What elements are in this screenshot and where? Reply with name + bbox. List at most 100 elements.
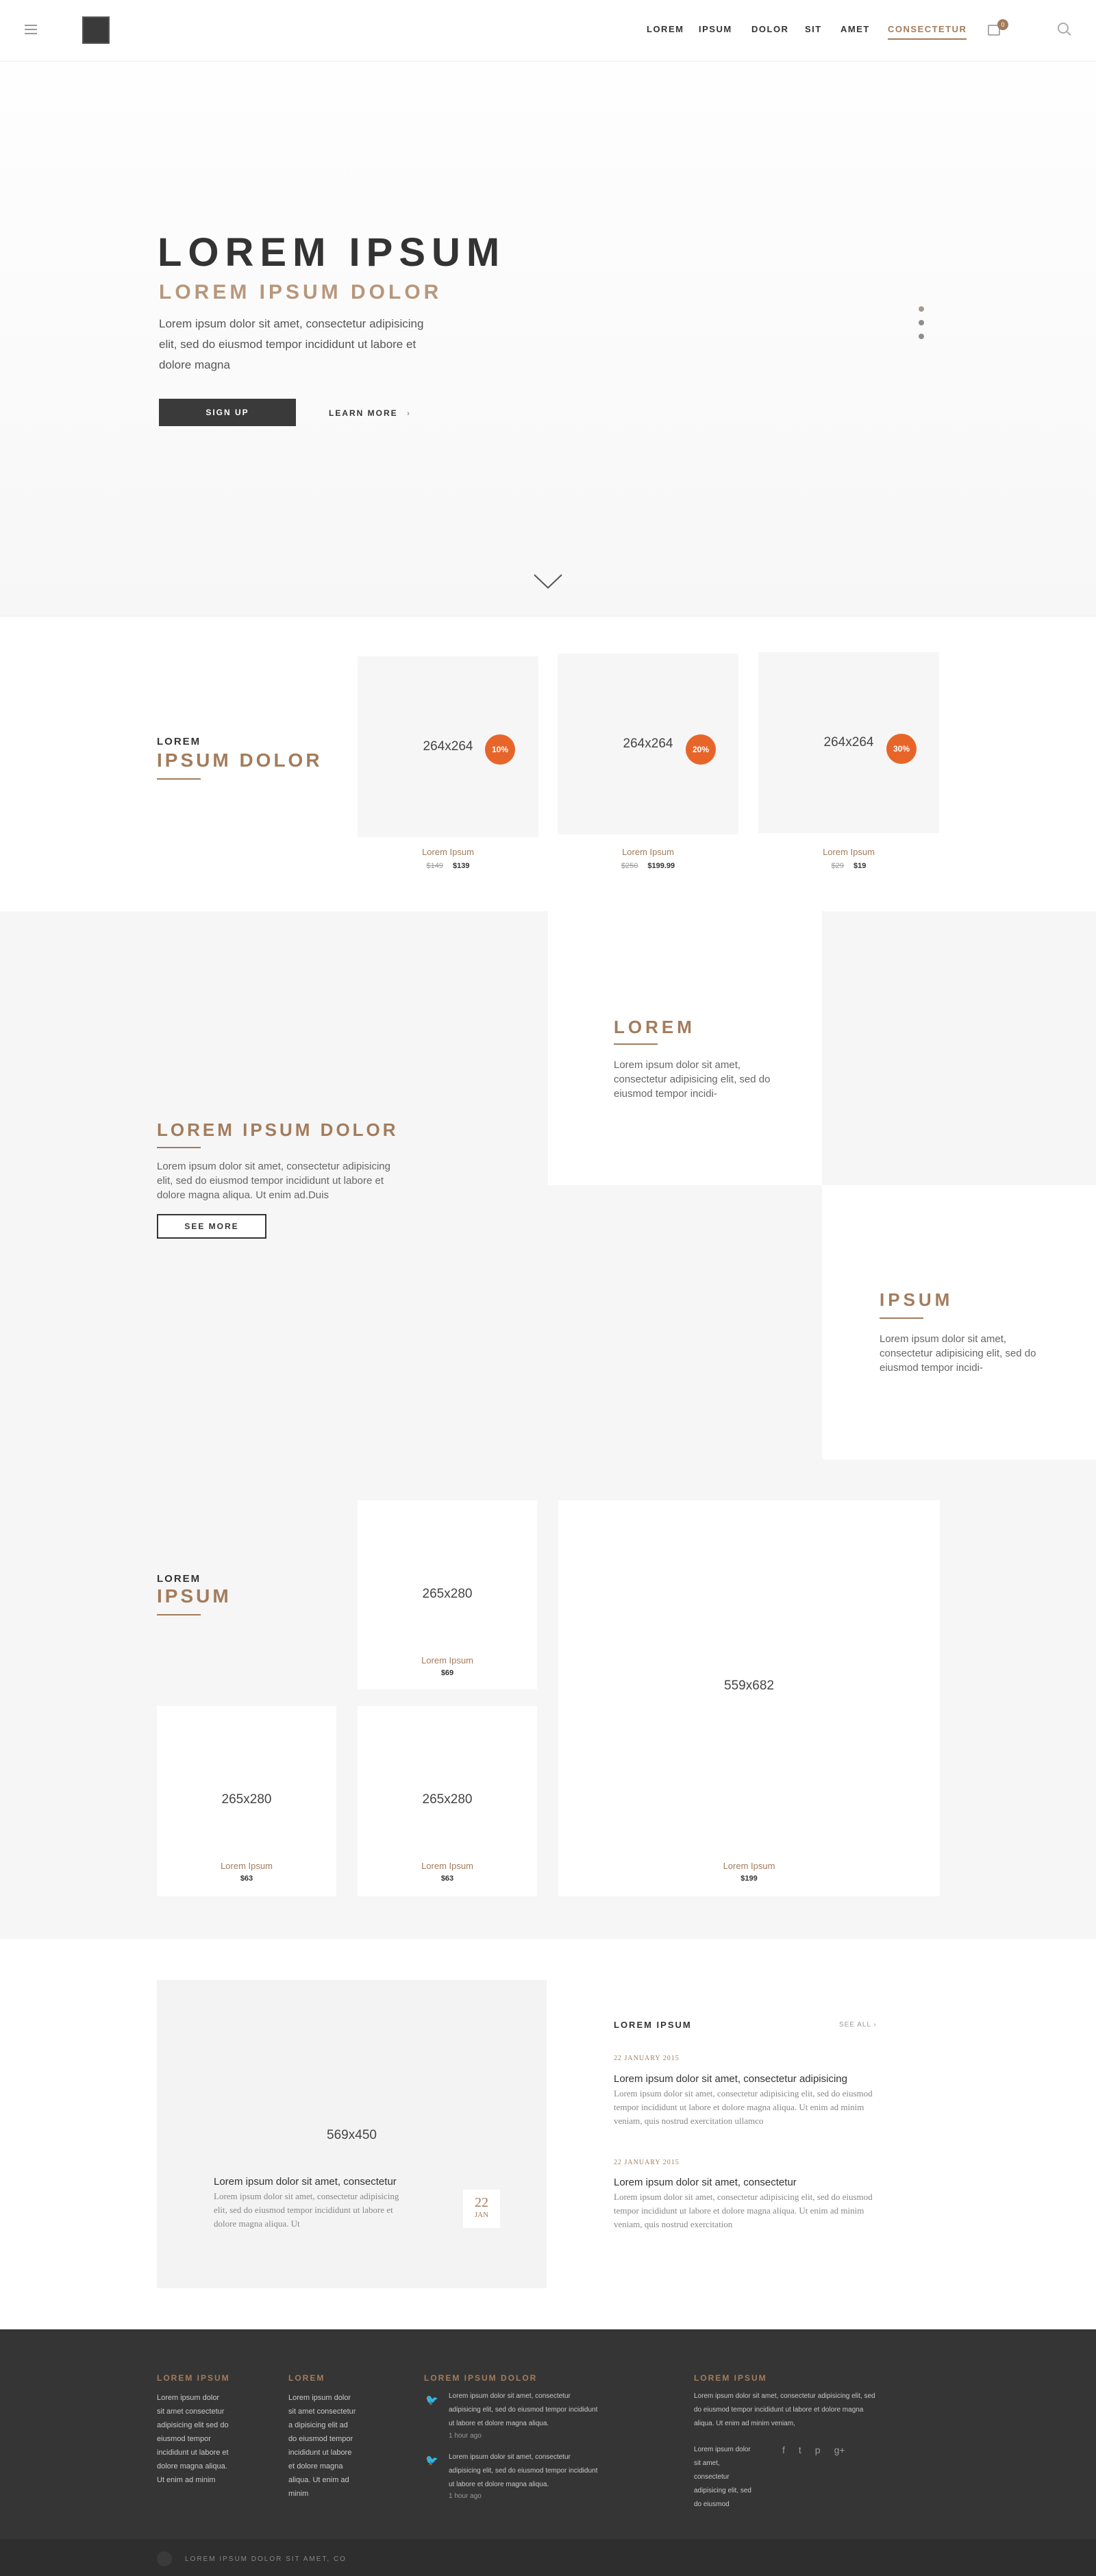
product-card[interactable]: 265x280 Lorem Ipsum $69 <box>358 1500 537 1689</box>
date-day: 22 <box>475 2195 488 2210</box>
collection-underline <box>157 1614 201 1615</box>
price: $63 <box>240 1874 253 1883</box>
box-underline <box>614 1043 658 1045</box>
hero-title: LOREM IPSUM <box>158 230 506 275</box>
slider-dot[interactable] <box>919 334 924 339</box>
hero-section: LOREM IPSUM LOREM IPSUM DOLOR Lorem ipsu… <box>0 62 1096 617</box>
box-text-ipsum: Lorem ipsum dolor sit amet, consectetur … <box>880 1333 1036 1374</box>
collection-kicker: LOREM <box>157 1573 201 1585</box>
image-size-label: 265x280 <box>422 1587 473 1601</box>
product-name[interactable]: Lorem Ipsum <box>758 847 939 857</box>
social-links: f t p g+ <box>782 2444 845 2455</box>
pinterest-icon[interactable]: p <box>815 2444 821 2455</box>
product-name[interactable]: Lorem Ipsum <box>157 1861 336 1871</box>
image-size-label: 264x264 <box>623 736 673 751</box>
tweet-text: Lorem ipsum dolor sit amet, consectetur … <box>449 2453 598 2488</box>
product-name[interactable]: Lorem Ipsum <box>358 847 538 857</box>
nav-item-ipsum[interactable]: IPSUM <box>699 24 732 34</box>
discount-badge: 20% <box>686 734 716 765</box>
discount-badge: 30% <box>886 734 917 764</box>
nav-item-lorem[interactable]: LOREM <box>647 24 684 34</box>
nav-item-dolor[interactable]: DOLOR <box>751 24 788 34</box>
twitter-icon[interactable]: t <box>799 2444 801 2455</box>
post-excerpt: Lorem ipsum dolor sit amet, consectetur … <box>614 2088 873 2126</box>
cart-count-badge: 0 <box>997 19 1008 30</box>
twitter-icon: 🐦 <box>425 2394 438 2406</box>
product-name[interactable]: Lorem Ipsum <box>558 1861 940 1871</box>
feature-text: Lorem ipsum dolor sit amet, consectetur … <box>157 1161 390 1201</box>
image-size-label: 264x264 <box>423 739 473 754</box>
image-size-label: 569x450 <box>327 2128 377 2142</box>
nav-item-amet[interactable]: AMET <box>840 24 870 34</box>
product-card-large[interactable]: 559x682 Lorem Ipsum $199 <box>558 1500 940 1896</box>
google-plus-icon[interactable]: g+ <box>834 2444 845 2455</box>
blog-feature-text: Lorem ipsum dolor sit amet, consectetur … <box>214 2191 399 2229</box>
hamburger-icon[interactable] <box>25 25 37 34</box>
product-name[interactable]: Lorem Ipsum <box>558 847 738 857</box>
product-card[interactable]: 265x280 Lorem Ipsum $63 <box>358 1706 537 1896</box>
slider-dot[interactable] <box>919 320 924 325</box>
footer-col1-text: Lorem ipsum dolor sit amet consectetur a… <box>157 2394 229 2484</box>
blog-list-title: LOREM IPSUM <box>614 2020 692 2030</box>
feature-title: LOREM IPSUM DOLOR <box>157 1119 399 1140</box>
footer-col4-text: Lorem ipsum dolor sit amet, consectetur … <box>694 2392 875 2427</box>
tweet-time: 1 hour ago <box>449 2492 482 2500</box>
blog-feature-title[interactable]: Lorem ipsum dolor sit amet, consectetur <box>214 2176 397 2188</box>
image-size-label: 265x280 <box>221 1792 272 1807</box>
product-card[interactable]: 265x280 Lorem Ipsum $63 <box>157 1706 336 1896</box>
old-price: $29 <box>831 862 844 870</box>
post-title[interactable]: Lorem ipsum dolor sit amet, consectetur … <box>614 2073 847 2085</box>
date-badge: 22 JAN <box>463 2190 500 2228</box>
site-footer: LOREM IPSUM Lorem ipsum dolor sit amet c… <box>0 2329 1096 2576</box>
box-title-ipsum: IPSUM <box>880 1289 954 1310</box>
collection-title: IPSUM <box>157 1585 232 1607</box>
nav-item-consectetur[interactable]: CONSECTETUR <box>888 24 967 40</box>
box-title-lorem: LOREM <box>614 1017 695 1037</box>
product-price: $149 $139 <box>358 862 538 870</box>
chevron-right-icon: › <box>407 408 412 418</box>
box-text-lorem: Lorem ipsum dolor sit amet, consectetur … <box>614 1059 771 1100</box>
price: $69 <box>440 1669 454 1677</box>
sale-title: IPSUM DOLOR <box>157 750 323 771</box>
see-all-link[interactable]: SEE ALL › <box>839 2021 877 2029</box>
nav-item-sit[interactable]: SIT <box>805 24 822 34</box>
date-month: JAN <box>474 2211 489 2219</box>
product-name[interactable]: Lorem Ipsum <box>358 1861 537 1871</box>
facebook-icon[interactable]: f <box>782 2444 785 2455</box>
see-more-button[interactable]: SEE MORE <box>157 1214 266 1239</box>
feature-underline <box>157 1147 201 1148</box>
learn-more-label: LEARN MORE <box>329 408 398 418</box>
price: $63 <box>440 1874 454 1883</box>
discount-badge: 10% <box>485 734 515 765</box>
slider-dot[interactable] <box>919 306 924 312</box>
post-date: 22 JANUARY 2015 <box>614 2159 680 2166</box>
post-date: 22 JANUARY 2015 <box>614 2055 680 2062</box>
price: $139 <box>453 862 470 870</box>
scroll-down-icon[interactable] <box>533 573 563 591</box>
twitter-icon: 🐦 <box>425 2455 438 2466</box>
signup-button[interactable]: SIGN UP <box>159 399 296 426</box>
footer-col2-title: LOREM <box>288 2373 325 2383</box>
post-title[interactable]: Lorem ipsum dolor sit amet, consectetur <box>614 2177 797 2188</box>
old-price: $149 <box>426 862 443 870</box>
hero-text: Lorem ipsum dolor sit amet, consectetur … <box>159 317 424 371</box>
footer-logo[interactable] <box>157 2551 172 2566</box>
footer-address: Lorem ipsum dolor sit amet, consectetur … <box>694 2446 751 2508</box>
footer-col4-title: LOREM IPSUM <box>694 2373 767 2383</box>
copyright-text: LOREM IPSUM DOLOR SIT AMET, CO <box>185 2555 347 2563</box>
logo[interactable] <box>82 16 110 44</box>
old-price: $250 <box>621 862 638 870</box>
product-price: $250 $199.99 <box>558 862 738 870</box>
blog-feature-card[interactable]: 569x450 Lorem ipsum dolor sit amet, cons… <box>157 1980 547 2288</box>
learn-more-link[interactable]: LEARN MORE › <box>329 408 411 418</box>
sale-kicker: LOREM <box>157 736 201 747</box>
image-size-label: 265x280 <box>422 1792 473 1807</box>
hero-subtitle: LOREM IPSUM DOLOR <box>159 281 443 304</box>
footer-col2-text: Lorem ipsum dolor sit amet consectetur a… <box>288 2394 356 2498</box>
price: $199 <box>740 1874 758 1883</box>
tweet-text: Lorem ipsum dolor sit amet, consectetur … <box>449 2392 598 2427</box>
box-underline <box>880 1317 923 1319</box>
product-name[interactable]: Lorem Ipsum <box>358 1655 537 1665</box>
image-size-label: 264x264 <box>823 735 874 750</box>
footer-col1-title: LOREM IPSUM <box>157 2373 230 2383</box>
